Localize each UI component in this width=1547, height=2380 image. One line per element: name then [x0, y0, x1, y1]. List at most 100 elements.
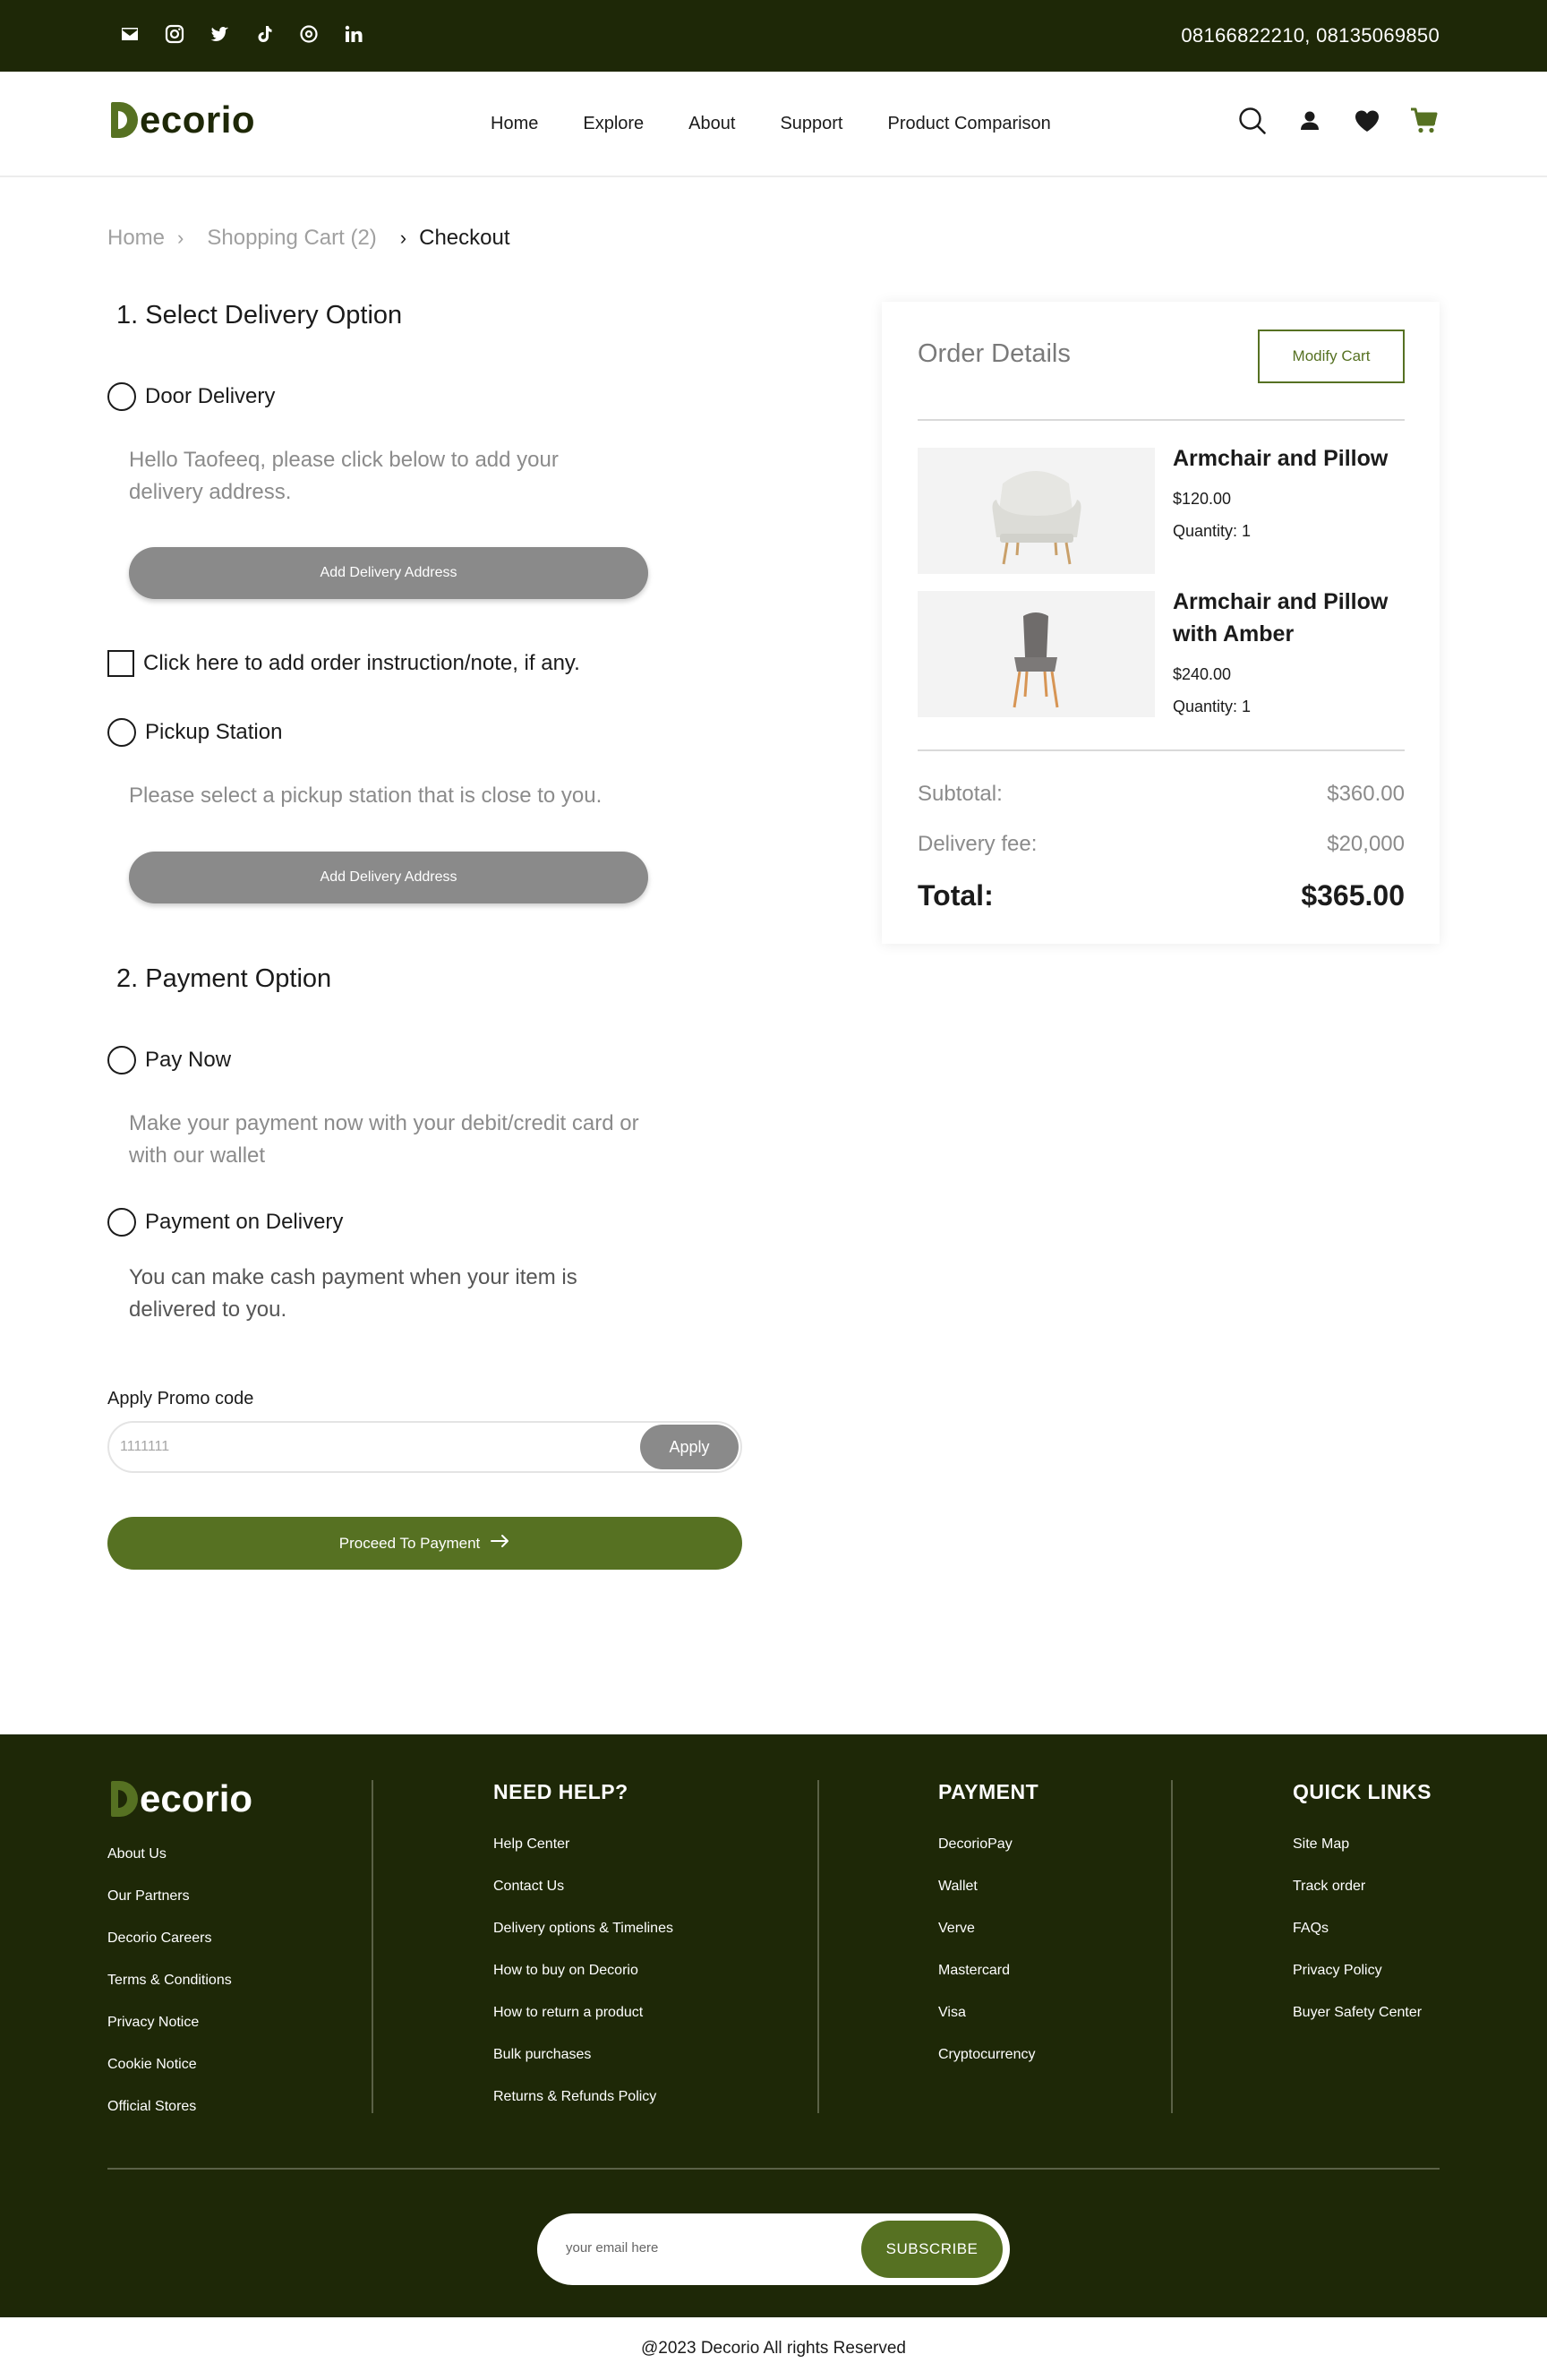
instagram-icon[interactable]: [164, 23, 185, 45]
footer-link[interactable]: Cryptocurrency: [938, 2047, 1038, 2089]
main-header: ecorio Home Explore About Support Produc…: [0, 72, 1547, 177]
footer-quick-links-column: QUICK LINKS Site Map Track order FAQs Pr…: [1293, 1780, 1432, 2047]
footer-link[interactable]: Privacy Notice: [107, 2015, 232, 2057]
twitter-icon[interactable]: [209, 23, 230, 45]
radio-button[interactable]: [107, 1046, 136, 1074]
footer-link[interactable]: Contact Us: [493, 1879, 673, 1921]
door-delivery-option[interactable]: Door Delivery: [107, 382, 275, 411]
total-row: Total: $365.00: [918, 879, 1405, 912]
subscribe-button[interactable]: SUBSCRIBE: [861, 2221, 1003, 2278]
footer-link[interactable]: Returns & Refunds Policy: [493, 2089, 673, 2131]
social-links: [119, 23, 364, 45]
nav-support[interactable]: Support: [780, 114, 842, 134]
user-icon[interactable]: [1295, 106, 1325, 136]
footer-help-title: NEED HELP?: [493, 1780, 628, 1803]
footer-link[interactable]: Privacy Policy: [1293, 1963, 1432, 2005]
cart-icon[interactable]: [1409, 106, 1440, 136]
checkbox[interactable]: [107, 650, 134, 677]
pay-now-help: Make your payment now with your debit/cr…: [129, 1111, 639, 1168]
payment-section-title: 2. Payment Option: [116, 964, 332, 993]
footer-link[interactable]: Delivery options & Timelines: [493, 1921, 673, 1963]
pickup-station-option[interactable]: Pickup Station: [107, 718, 282, 747]
footer-link[interactable]: Track order: [1293, 1879, 1432, 1921]
footer-divider: [372, 1780, 373, 2113]
total-label: Total:: [918, 879, 994, 912]
footer-link[interactable]: Visa: [938, 2005, 1038, 2047]
footer-link[interactable]: How to return a product: [493, 2005, 673, 2047]
promo-code-input[interactable]: 1111111 Apply: [107, 1421, 742, 1473]
site-logo[interactable]: ecorio: [111, 98, 255, 141]
subtotal-row: Subtotal: $360.00: [918, 782, 1405, 807]
tiktok-icon[interactable]: [253, 23, 275, 45]
product-price: $120.00: [1173, 490, 1232, 508]
footer-link[interactable]: Bulk purchases: [493, 2047, 673, 2089]
payment-on-delivery-option[interactable]: Payment on Delivery: [107, 1208, 343, 1237]
proceed-to-payment-button[interactable]: Proceed To Payment: [107, 1517, 742, 1570]
door-delivery-help: Hello Taofeeq, please click below to add…: [129, 448, 559, 504]
breadcrumb-cart[interactable]: Shopping Cart (2): [207, 226, 376, 251]
logo-mark: [111, 1781, 138, 1817]
footer-link[interactable]: Buyer Safety Center: [1293, 2005, 1432, 2047]
nav-home[interactable]: Home: [491, 114, 538, 134]
search-icon[interactable]: [1237, 106, 1268, 136]
mail-icon[interactable]: [119, 23, 141, 45]
product-quantity: Quantity: 1: [1173, 522, 1252, 540]
footer-payment-title: PAYMENT: [938, 1780, 1039, 1803]
footer-link[interactable]: Verve: [938, 1921, 1038, 1963]
footer-divider: [817, 1780, 819, 2113]
footer-link[interactable]: DecorioPay: [938, 1836, 1038, 1879]
footer-link[interactable]: Mastercard: [938, 1963, 1038, 2005]
footer-about-column: About Us Our Partners Decorio Careers Te…: [107, 1846, 232, 2141]
total-value: $365.00: [1301, 879, 1405, 912]
modify-cart-button[interactable]: Modify Cart: [1258, 330, 1405, 383]
copyright: @2023 Decorio All rights Reserved: [0, 2317, 1547, 2380]
footer-link[interactable]: FAQs: [1293, 1921, 1432, 1963]
order-note-option[interactable]: Click here to add order instruction/note…: [107, 650, 580, 677]
apply-promo-button[interactable]: Apply: [640, 1425, 739, 1469]
newsletter-form: your email here SUBSCRIBE: [537, 2213, 1010, 2285]
pickup-add-delivery-address-button[interactable]: Add Delivery Address: [129, 852, 648, 903]
footer-link[interactable]: Site Map: [1293, 1836, 1432, 1879]
heart-icon[interactable]: [1352, 106, 1382, 136]
footer-link[interactable]: Terms & Conditions: [107, 1973, 232, 2015]
footer-link[interactable]: Help Center: [493, 1836, 673, 1879]
site-footer: ecorio About Us Our Partners Decorio Car…: [0, 1734, 1547, 2317]
footer-link[interactable]: How to buy on Decorio: [493, 1963, 673, 2005]
linkedin-icon[interactable]: [343, 23, 364, 45]
footer-link[interactable]: Our Partners: [107, 1888, 232, 1931]
subtotal-label: Subtotal:: [918, 782, 1003, 806]
arrow-right-icon: [491, 1534, 510, 1553]
proceed-label: Proceed To Payment: [338, 1534, 481, 1552]
top-bar: 08166822210, 08135069850: [0, 0, 1547, 72]
nav-product-comparison[interactable]: Product Comparison: [888, 114, 1051, 134]
nav-explore[interactable]: Explore: [583, 114, 644, 134]
footer-payment-column: PAYMENT DecorioPay Wallet Verve Masterca…: [938, 1780, 1038, 2089]
breadcrumb-home[interactable]: Home: [107, 226, 165, 251]
footer-separator: [107, 2168, 1440, 2170]
nav-about[interactable]: About: [688, 114, 735, 134]
footer-link[interactable]: Official Stores: [107, 2099, 232, 2141]
footer-link[interactable]: About Us: [107, 1846, 232, 1888]
add-delivery-address-button[interactable]: Add Delivery Address: [129, 547, 648, 599]
pay-now-option[interactable]: Pay Now: [107, 1046, 231, 1074]
product-name[interactable]: Armchair and Pillow: [1173, 442, 1406, 475]
product-name[interactable]: Armchair and Pillow with Amber: [1173, 586, 1406, 650]
payment-on-delivery-label: Payment on Delivery: [145, 1210, 344, 1234]
footer-links-title: QUICK LINKS: [1293, 1780, 1432, 1803]
subtotal-value: $360.00: [1327, 782, 1405, 806]
radio-button[interactable]: [107, 718, 136, 747]
product-image[interactable]: [918, 591, 1155, 717]
order-details-card: Order Details Modify Cart Armchair and P…: [882, 302, 1440, 944]
footer-link[interactable]: Wallet: [938, 1879, 1038, 1921]
email-input[interactable]: your email here: [566, 2240, 658, 2256]
footer-link[interactable]: Cookie Notice: [107, 2057, 232, 2099]
promo-placeholder[interactable]: 1111111: [120, 1439, 169, 1455]
footer-logo[interactable]: ecorio: [111, 1777, 252, 1820]
product-price: $240.00: [1173, 665, 1232, 683]
radio-button[interactable]: [107, 1208, 136, 1237]
divider: [918, 419, 1405, 421]
product-image[interactable]: [918, 448, 1155, 574]
radio-button[interactable]: [107, 382, 136, 411]
footer-link[interactable]: Decorio Careers: [107, 1931, 232, 1973]
threads-icon[interactable]: [298, 23, 320, 45]
